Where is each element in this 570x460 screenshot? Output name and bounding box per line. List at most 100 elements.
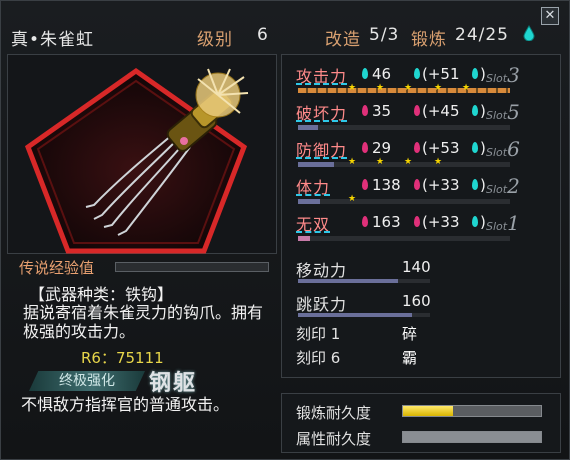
gem-icon: [414, 216, 420, 227]
water-drop-icon: [523, 25, 535, 41]
legend-exp-bar: [115, 262, 269, 272]
gem-icon: [414, 179, 420, 190]
stat-underline: [296, 120, 347, 122]
stat-bonus: (+33: [422, 176, 460, 194]
star-icon: ★: [348, 194, 357, 204]
move-row: 移动力 140: [296, 257, 552, 287]
forge-durability-fill: [403, 406, 453, 416]
gem-icon: [472, 142, 478, 153]
forge-durability-bar: [402, 405, 542, 417]
stat-row: 防御力 29 (+53 Slot6 ★ ★ ★ ★): [296, 137, 520, 167]
slot-word: Slot: [486, 109, 508, 122]
slot-number: 5: [507, 100, 520, 124]
jump-label: 跳跃力: [296, 295, 348, 314]
stat-row: 体力 138 (+33 Slot2 ★): [296, 174, 520, 204]
durability-panel: 锻炼耐久度 属性耐久度: [281, 393, 561, 453]
star-icon: ★: [404, 157, 413, 167]
star-icon: ★: [404, 83, 413, 93]
seal-value: 碎: [402, 325, 418, 343]
move-label: 移动力: [296, 261, 348, 280]
attr-durability-bar: [402, 431, 542, 443]
seal-row-2: 刻印 6 霸: [296, 347, 552, 369]
gem-icon: [472, 105, 478, 116]
stat-bar: ★: [298, 194, 510, 204]
move-value: 140: [402, 258, 431, 276]
star-icon: ★: [434, 157, 443, 167]
stats-panel: 攻击力 46 (+51 Slot3 ★ ★ ★ ★ ★) 破坏力 35 (+45 Slot5) 防御力 29…: [281, 54, 561, 378]
stat-bar: ★ ★ ★ ★ ★: [298, 83, 510, 93]
star-icon: ★: [462, 83, 471, 93]
gem-icon: [472, 179, 478, 190]
weapon-image-panel: [7, 54, 277, 254]
attr-durability-label: 属性耐久度: [296, 430, 372, 448]
star-icon: ★: [376, 157, 385, 167]
gem-icon: [362, 68, 368, 79]
move-bar: [298, 279, 430, 283]
header-bar: 真•朱雀虹 级别 6 改造 5/3 锻炼 24/25: [7, 21, 547, 51]
stat-bar: ★ ★ ★ ★: [298, 157, 510, 167]
stat-value: 35: [372, 102, 392, 120]
gem-icon: [362, 216, 368, 227]
weapon-illustration: [24, 67, 249, 254]
slot-number: 3: [507, 63, 520, 87]
seal-row-1: 刻印 1 碎: [296, 323, 552, 345]
forge-durability-label: 锻炼耐久度: [296, 404, 372, 422]
gem-icon: [472, 68, 478, 79]
skill-description: 不惧敌方指挥官的普通攻击。: [21, 395, 230, 414]
jump-value: 160: [402, 292, 431, 310]
star-icon: ★: [376, 83, 385, 93]
ultimate-enhance-badge: 终极强化: [29, 371, 145, 391]
stat-value: 138: [372, 176, 401, 194]
level-label: 级别: [197, 30, 233, 50]
jump-bar: [298, 313, 430, 317]
stat-bonus: (+51: [422, 65, 460, 83]
weapon-lore: 据说寄宿着朱雀灵力的钩爪。拥有极强的攻击力。: [23, 303, 264, 341]
stat-value: 163: [372, 213, 401, 231]
gem-icon: [362, 179, 368, 190]
forge-durability-row: 锻炼耐久度: [296, 400, 552, 424]
stat-value: 29: [372, 139, 392, 157]
slot-indicator[interactable]: Slot5: [486, 100, 520, 124]
forge-label: 锻炼: [411, 30, 447, 50]
gem-icon: [362, 142, 368, 153]
star-icon: ★: [348, 157, 357, 167]
weapon-detail-window: 真•朱雀虹 级别 6 改造 5/3 锻炼 24/25 ✕ 传说经验值 【武器种类…: [0, 0, 570, 460]
ultimate-skill-name: 钢躯: [149, 370, 198, 396]
slot-number: 6: [507, 137, 520, 161]
gem-icon: [414, 142, 420, 153]
stat-underline: [296, 231, 330, 233]
slot-indicator[interactable]: Slot1: [486, 211, 520, 235]
stat-underline: [296, 83, 347, 85]
legend-exp-label: 传说经验值: [19, 259, 95, 277]
jump-row: 跳跃力 160: [296, 291, 552, 321]
stat-bonus: (+45: [422, 102, 460, 120]
stat-bonus: (+33: [422, 213, 460, 231]
attr-durability-fill: [403, 432, 541, 442]
slot-number: 2: [507, 174, 520, 198]
slot-word: Slot: [486, 183, 508, 196]
stat-row: 破坏力 35 (+45 Slot5): [296, 100, 552, 134]
attr-durability-row: 属性耐久度: [296, 426, 552, 450]
slot-indicator[interactable]: Slot2: [486, 174, 520, 198]
slot-word: Slot: [486, 146, 508, 159]
slot-word: Slot: [486, 220, 508, 233]
stat-bar: [298, 125, 510, 130]
slot-indicator[interactable]: Slot6: [486, 137, 520, 161]
ultimate-enhance-row: 终极强化 钢躯: [21, 369, 277, 396]
gem-icon: [414, 68, 420, 79]
close-button[interactable]: ✕: [541, 7, 559, 25]
slot-indicator[interactable]: Slot3: [486, 63, 520, 87]
modify-value: 5/3: [369, 25, 400, 45]
weapon-type: 【武器种类：铁钩】: [29, 285, 174, 304]
star-icon: ★: [434, 83, 443, 93]
gem-icon: [414, 105, 420, 116]
gem-icon: [362, 105, 368, 116]
seal-label: 刻印 1: [296, 325, 341, 343]
stat-row: 无双 163 (+33 Slot1): [296, 211, 552, 245]
close-icon: ✕: [544, 8, 556, 23]
star-icon: ★: [348, 83, 357, 93]
modify-label: 改造: [325, 30, 361, 50]
forge-value: 24/25: [455, 25, 509, 45]
stat-underline: [296, 194, 330, 196]
stat-bar: [298, 236, 510, 241]
